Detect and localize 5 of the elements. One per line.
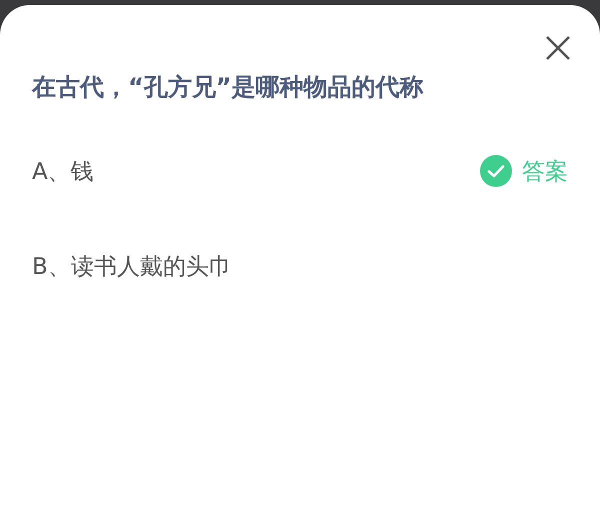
close-icon[interactable] <box>545 35 571 61</box>
option-text[interactable]: B、读书人戴的头巾 <box>32 250 568 282</box>
answer-label: 答案 <box>522 158 568 186</box>
question-text: 在古代，“孔方兄”是哪种物品的代称 <box>32 72 425 103</box>
option-text[interactable]: A、钱 <box>32 156 480 186</box>
